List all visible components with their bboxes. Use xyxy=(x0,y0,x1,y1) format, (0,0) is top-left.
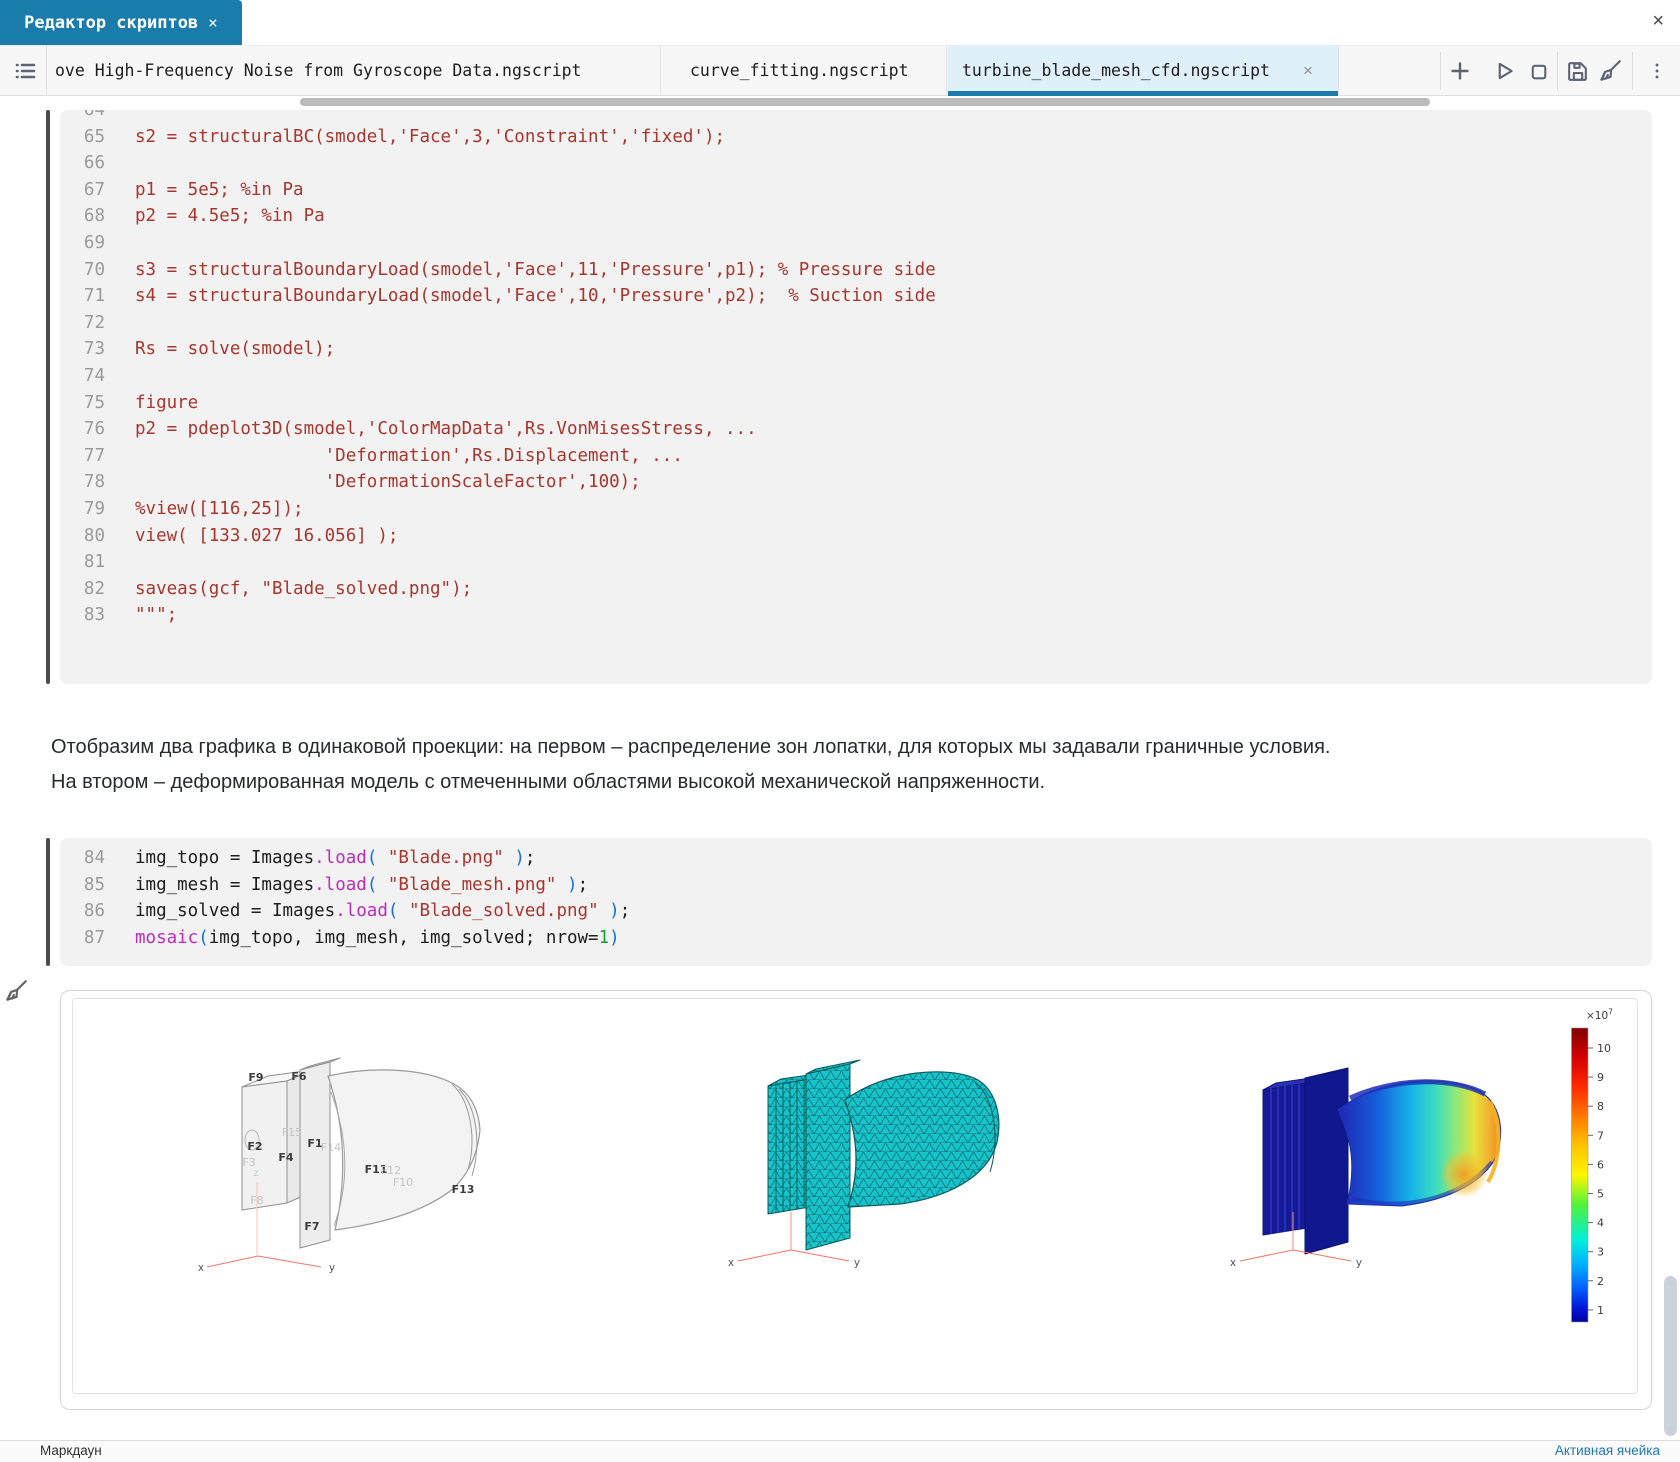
code-lines: 84 img_topo = Images.load( "Blade.png" );… xyxy=(60,845,1652,951)
horizontal-scrollbar-thumb[interactable] xyxy=(300,98,1430,106)
markdown-line: На втором – деформированная модель с отм… xyxy=(51,771,1046,793)
line-number: 81 xyxy=(83,552,105,573)
code-line: 70 s3 = structuralBoundaryLoad(smodel,'Fa… xyxy=(60,257,1652,284)
code-line: 72 xyxy=(60,310,1652,337)
line-number: 87 xyxy=(83,927,105,948)
code-line: 86 img_solved = Images.load( "Blade_solve… xyxy=(60,898,1652,925)
line-number: 75 xyxy=(83,392,105,413)
cell-list-icon[interactable] xyxy=(8,54,42,88)
line-number: 78 xyxy=(83,472,105,493)
clean-button[interactable] xyxy=(1593,54,1627,88)
code-line: 87 mosaic(img_topo, img_mesh, img_solved;… xyxy=(60,925,1652,952)
line-number: 68 xyxy=(83,206,105,227)
line-number: 67 xyxy=(83,179,105,200)
tab-separator xyxy=(946,45,947,96)
code-line: 73 Rs = solve(smodel); xyxy=(60,336,1652,363)
line-number: 71 xyxy=(83,286,105,307)
active-cell-indicator xyxy=(46,110,50,684)
code-line: 71 s4 = structuralBoundaryLoad(smodel,'Fa… xyxy=(60,283,1652,310)
broom-icon xyxy=(6,980,27,1001)
code-line: 66 xyxy=(60,150,1652,177)
code-line: 68 p2 = 4.5e5; %in Pa xyxy=(60,203,1652,230)
toolbar-separator xyxy=(1440,52,1441,90)
line-number: 83 xyxy=(83,605,105,626)
window-close-icon[interactable]: × xyxy=(1652,10,1664,33)
run-button[interactable] xyxy=(1486,54,1520,88)
tab-separator xyxy=(660,45,661,96)
tab-separator xyxy=(1338,45,1339,96)
code-line: 69 xyxy=(60,230,1652,257)
vertical-scrollbar-thumb[interactable] xyxy=(1664,1276,1677,1436)
output-figure-frame xyxy=(72,998,1638,1394)
markdown-line: Отобразим два графика в одинаковой проек… xyxy=(51,736,1331,758)
code-line: 67 p1 = 5e5; %in Pa xyxy=(60,177,1652,204)
line-number: 79 xyxy=(83,498,105,519)
line-number: 66 xyxy=(83,153,105,174)
code-line: 64 xyxy=(60,110,1652,124)
line-number: 76 xyxy=(83,419,105,440)
clear-output-button[interactable] xyxy=(3,978,31,1006)
code-line: 65 s2 = structuralBC(smodel,'Face',3,'Con… xyxy=(60,124,1652,151)
code-line: 81 xyxy=(60,549,1652,576)
tab-turbine-blade-script-active[interactable]: turbine_blade_mesh_cfd.ngscript xyxy=(948,45,1338,96)
tab-gyroscope-script[interactable]: ove High-Frequency Noise from Gyroscope … xyxy=(55,45,582,96)
code-line: 78 'DeformationScaleFactor',100); xyxy=(60,469,1652,496)
active-cell-indicator xyxy=(46,838,50,966)
code-line: 75 figure xyxy=(60,390,1652,417)
code-line: 77 'Deformation',Rs.Displacement, ... xyxy=(60,443,1652,470)
cell-type-label: Маркдаун xyxy=(40,1443,102,1458)
tab-close-icon[interactable]: × xyxy=(1303,45,1313,96)
line-number: 73 xyxy=(83,339,105,360)
line-number: 84 xyxy=(83,848,105,868)
editor-window-tab[interactable]: Редактор скриптов × xyxy=(0,0,242,45)
active-cell-label[interactable]: Активная ячейка xyxy=(1555,1443,1660,1458)
active-tab-underline xyxy=(948,91,1338,96)
code-line: 80 view( [133.027 16.056] ); xyxy=(60,523,1652,550)
line-number: 82 xyxy=(83,578,105,599)
save-button[interactable] xyxy=(1560,54,1594,88)
plus-icon xyxy=(1451,62,1469,80)
save-icon xyxy=(1567,61,1587,81)
line-number: 70 xyxy=(83,259,105,280)
code-line: 76 p2 = pdeplot3D(smodel,'ColorMapData',R… xyxy=(60,416,1652,443)
code-line: 82 saveas(gcf, "Blade_solved.png"); xyxy=(60,576,1652,603)
markdown-cell: Отобразим два графика в одинаковой проек… xyxy=(51,730,1631,800)
code-line: 74 xyxy=(60,363,1652,390)
line-number: 80 xyxy=(83,525,105,546)
status-bar xyxy=(0,1440,1680,1462)
line-number: 86 xyxy=(83,901,105,922)
stop-icon xyxy=(1531,64,1546,79)
line-number: 74 xyxy=(83,365,105,386)
line-number: 64 xyxy=(83,110,105,120)
titlebar: Редактор скриптов × × xyxy=(0,0,1680,45)
line-number: 65 xyxy=(83,126,105,147)
stop-button[interactable] xyxy=(1521,54,1555,88)
code-line: 85 img_mesh = Images.load( "Blade_mesh.pn… xyxy=(60,872,1652,899)
tab-separator xyxy=(46,45,47,96)
code-line: 83 """; xyxy=(60,602,1652,629)
code-line: 79 %view([116,25]); xyxy=(60,496,1652,523)
play-icon xyxy=(1498,62,1513,80)
code-lines: 64 65 s2 = structuralBC(smodel,'Face',3,'C… xyxy=(60,110,1652,629)
tab-curve-fitting-script[interactable]: curve_fitting.ngscript xyxy=(690,45,909,96)
line-number: 72 xyxy=(83,312,105,333)
editor-window-title: Редактор скриптов xyxy=(24,12,199,33)
more-menu-button[interactable] xyxy=(1640,54,1674,88)
script-editor-window: Редактор скриптов × × ove High-Frequency… xyxy=(0,0,1680,1462)
code-cell-2[interactable]: 84 img_topo = Images.load( "Blade.png" );… xyxy=(60,838,1652,966)
line-number: 77 xyxy=(83,445,105,466)
code-line: 84 img_topo = Images.load( "Blade.png" ); xyxy=(60,845,1652,872)
toolbar-separator xyxy=(1632,52,1633,90)
editor-tab-close-icon[interactable]: × xyxy=(208,13,218,32)
toolbar-separator xyxy=(1557,52,1558,90)
code-cell-1[interactable]: 64 65 s2 = structuralBC(smodel,'Face',3,'C… xyxy=(60,110,1652,684)
line-number: 69 xyxy=(83,232,105,253)
line-number: 85 xyxy=(83,874,105,895)
kebab-menu-icon xyxy=(1655,63,1659,79)
add-cell-button[interactable] xyxy=(1443,54,1477,88)
broom-icon xyxy=(1600,60,1621,81)
